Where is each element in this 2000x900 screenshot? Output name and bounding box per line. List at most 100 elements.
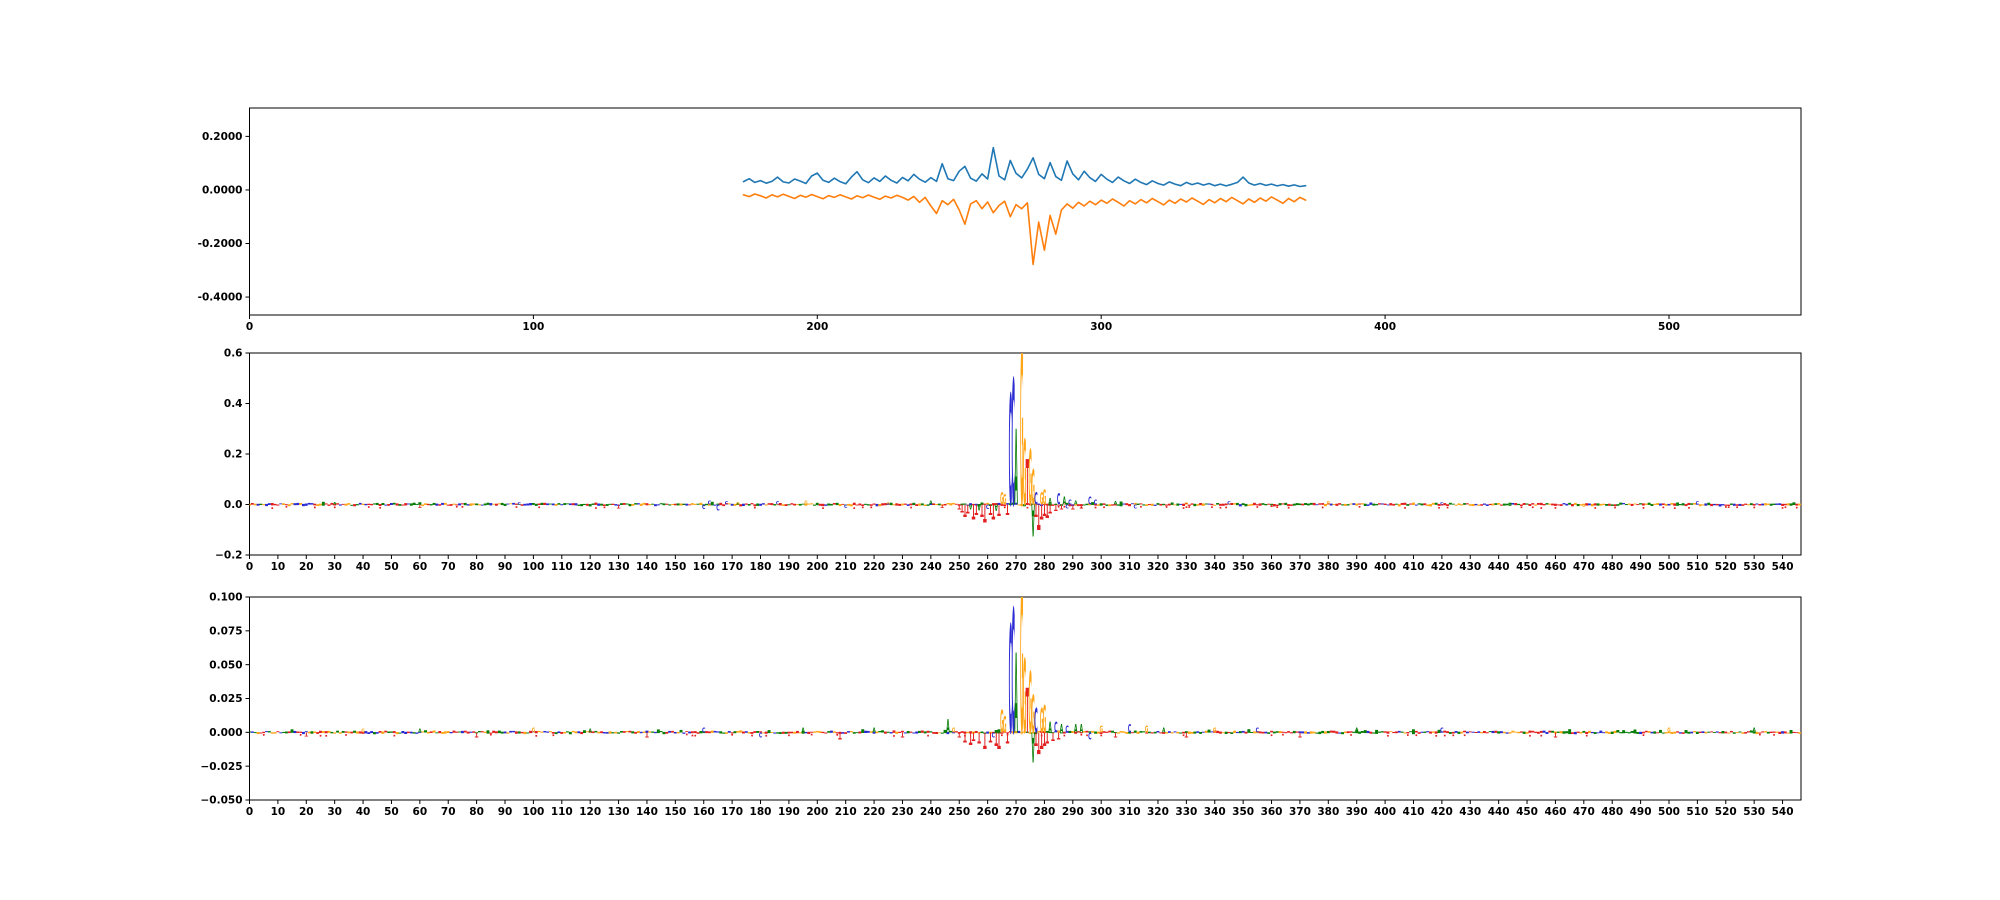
- x-tick-label: 200: [806, 321, 828, 333]
- logo-letter-T: T: [475, 730, 479, 739]
- logo-letter-T: T: [1298, 730, 1302, 739]
- x-tick-label: 90: [498, 806, 513, 818]
- logo-letter-A: A: [418, 728, 422, 735]
- logo-letter-A: A: [1074, 722, 1078, 735]
- logo-letter-T: T: [1185, 730, 1189, 739]
- logo-letter-C: C: [725, 501, 728, 507]
- x-tick-label: 390: [1346, 561, 1368, 573]
- y-tick-label: 0.100: [209, 592, 242, 604]
- x-tick-label: 330: [1175, 561, 1197, 573]
- x-tick-label: 540: [1772, 561, 1794, 573]
- x-tick-label: 290: [1062, 561, 1084, 573]
- x-tick-label: 300: [1090, 561, 1112, 573]
- logo-letter-A: A: [929, 500, 933, 506]
- y-tick-label: −0.050: [200, 795, 242, 807]
- logo-letter-C: C: [1088, 730, 1091, 741]
- x-tick-label: 360: [1261, 806, 1283, 818]
- matplotlib-figure: 0 100 200 300 400 5000.20000.0000-0.2000-0.40…: [198, 107, 1802, 818]
- logo-letter-G: G: [532, 726, 535, 735]
- x-tick-label: 20: [299, 806, 314, 818]
- x-tick-label: 500: [1658, 321, 1680, 333]
- x-tick-label: 150: [664, 806, 686, 818]
- x-tick-label: 30: [327, 561, 342, 573]
- x-tick-label: 160: [693, 561, 715, 573]
- x-tick-label: 400: [1374, 561, 1396, 573]
- logo-letter-C: C: [1128, 723, 1131, 736]
- logo-letter-C: C: [708, 500, 712, 506]
- y-tick-label: 0.0000: [202, 185, 243, 197]
- x-tick-label: 540: [1772, 806, 1794, 818]
- y-tick-label: −0.2: [215, 550, 242, 562]
- logo-letter-A: A: [1014, 410, 1017, 530]
- x-tick-label: 210: [835, 561, 857, 573]
- x-tick-label: 180: [750, 561, 772, 573]
- x-tick-label: 140: [636, 806, 658, 818]
- x-tick-label: 260: [977, 561, 999, 573]
- x-tick-label: 450: [1516, 806, 1538, 818]
- x-tick-label: 310: [1119, 806, 1141, 818]
- x-tick-label: 100: [522, 321, 544, 333]
- logo-letter-C: C: [702, 502, 705, 509]
- x-tick-label: 100: [522, 561, 544, 573]
- x-tick-label: 210: [835, 806, 857, 818]
- x-tick-label: 370: [1289, 806, 1311, 818]
- logo-letter-C: C: [1440, 726, 1444, 734]
- x-tick-label: 220: [863, 561, 885, 573]
- logo-letter-C: C: [1256, 726, 1260, 734]
- y-tick-label: -0.2000: [198, 238, 243, 250]
- logo-letter-A: A: [1074, 500, 1078, 506]
- logo-letter-C: C: [1065, 724, 1068, 735]
- x-tick-label: 120: [579, 806, 601, 818]
- x-tick-label: 30: [327, 806, 342, 818]
- logo-letter-T: T: [617, 503, 621, 509]
- x-tick-label: 340: [1204, 561, 1226, 573]
- logo-letter-T: T: [977, 728, 981, 745]
- x-tick-label: 440: [1488, 561, 1510, 573]
- logo-letters: T G A T G A T C C A T A T A G T T T T T T T C T T G G T C C A G G T G GACT T…: [305, 597, 1757, 779]
- logo-letter-C: C: [702, 726, 706, 734]
- x-tick-label: 400: [1374, 806, 1396, 818]
- logo-letter-G: G: [1582, 504, 1585, 508]
- logo-letter-A: A: [1060, 722, 1064, 735]
- x-tick-label: 0: [246, 561, 253, 573]
- x-tick-label: 80: [469, 806, 484, 818]
- x-tick-label: 530: [1743, 806, 1765, 818]
- x-tick-label: 300: [1090, 321, 1112, 333]
- logo-letter-C: C: [844, 503, 847, 509]
- x-tick-label: 410: [1403, 561, 1425, 573]
- logo-letter-C: C: [776, 501, 779, 507]
- x-tick-label: 510: [1686, 561, 1708, 573]
- x-tick-label: 370: [1289, 561, 1311, 573]
- logo-letter-C: C: [1134, 502, 1138, 508]
- x-tick-label: 440: [1488, 806, 1510, 818]
- logo-letter-T: T: [963, 728, 967, 742]
- logo-letter-G: G: [361, 728, 364, 735]
- x-tick-label: 270: [1005, 806, 1027, 818]
- x-tick-label: 420: [1431, 806, 1453, 818]
- x-tick-label: 230: [892, 806, 914, 818]
- x-tick-label: 230: [892, 561, 914, 573]
- x-tick-label: 470: [1573, 806, 1595, 818]
- panel-top-axes: 0 100 200 300 400 500 0.2000 0.0000 -0.2000 -0.40…: [198, 107, 1802, 333]
- logo-letter-T: T: [1114, 730, 1118, 739]
- x-tick-label: 500: [1658, 806, 1680, 818]
- x-tick-label: 420: [1431, 561, 1453, 573]
- x-tick-label: 110: [551, 561, 573, 573]
- logo-letter-A: A: [801, 726, 805, 734]
- x-tick-label: 400: [1374, 321, 1396, 333]
- x-tick-label: 100: [522, 806, 544, 818]
- y-tick-label: 0.2000: [202, 131, 243, 143]
- logo-letter-C: C: [1227, 501, 1230, 507]
- logo-letter-T: T: [1080, 502, 1084, 508]
- panel-top-series: [742, 146, 1307, 266]
- x-tick-label: 10: [271, 561, 286, 573]
- x-tick-label: 70: [441, 806, 456, 818]
- logo-letter-A: A: [872, 726, 876, 734]
- y-tick-label: 0.0: [224, 499, 243, 511]
- x-tick-label: 280: [1033, 561, 1055, 573]
- x-tick-label: 460: [1544, 806, 1566, 818]
- x-tick-label: 200: [806, 806, 828, 818]
- x-tick-label: 50: [384, 561, 399, 573]
- logo-letter-C: C: [1088, 495, 1092, 507]
- figure-canvas: 0 100 200 300 400 500 0.2000 0.0000 -0.2000 -0.40…: [0, 0, 2000, 900]
